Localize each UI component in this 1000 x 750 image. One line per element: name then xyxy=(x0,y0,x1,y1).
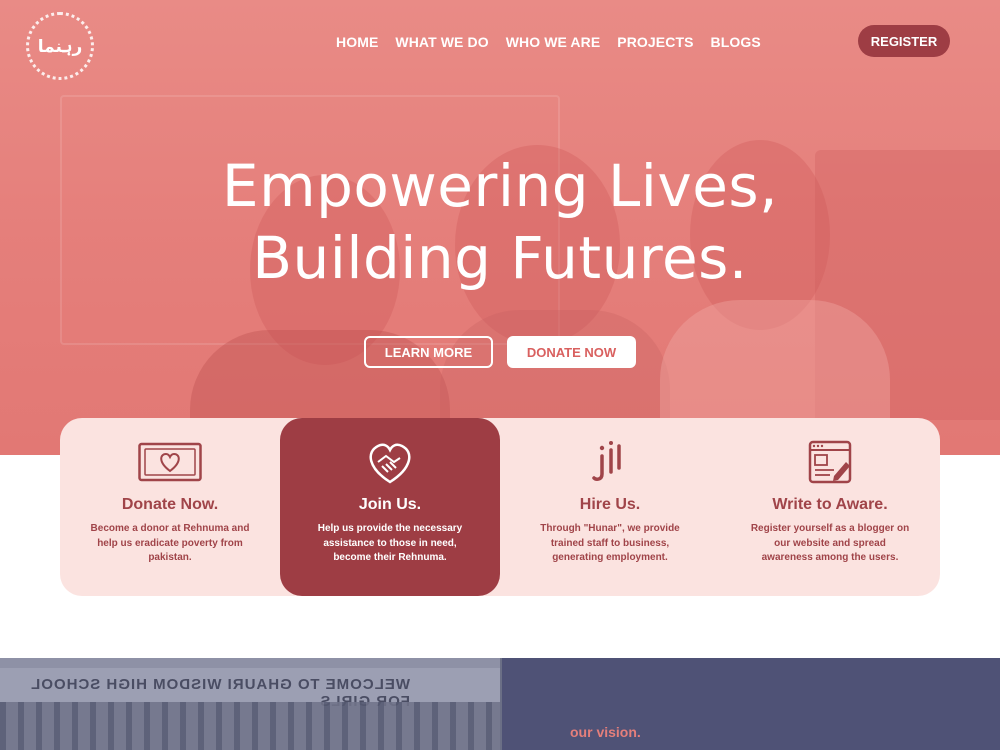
photo-roof xyxy=(0,658,500,668)
card-write[interactable]: Write to Aware. Register yourself as a b… xyxy=(720,418,940,596)
donate-now-button[interactable]: DONATE NOW xyxy=(507,336,636,368)
nav-item-projects[interactable]: PROJECTS xyxy=(617,34,693,50)
nav-item-what-we-do[interactable]: WHAT WE DO xyxy=(395,34,488,50)
card-join[interactable]: Join Us. Help us provide the necessary a… xyxy=(280,418,500,596)
card-text: Through "Hunar", we provide trained staf… xyxy=(540,523,680,563)
headline-line-2: Building Futures. xyxy=(252,224,748,292)
hero-headline: Empowering Lives, Building Futures. xyxy=(0,150,1000,294)
school-photo: WELCOME TO GHAURI WISDOM HIGH SCHOOL FOR… xyxy=(0,658,502,750)
register-button[interactable]: REGISTER xyxy=(858,25,950,57)
hero-section: رہنما HOME WHAT WE DO WHO WE ARE PROJECT… xyxy=(0,0,1000,455)
headline-line-1: Empowering Lives, xyxy=(221,152,779,220)
handshake-heart-icon xyxy=(369,443,411,484)
vision-section: our vision. xyxy=(502,658,1000,750)
card-donate[interactable]: Donate Now. Become a donor at Rehnuma an… xyxy=(60,418,280,596)
learn-more-button[interactable]: LEARN MORE xyxy=(364,336,493,368)
main-nav: HOME WHAT WE DO WHO WE ARE PROJECTS BLOG… xyxy=(336,34,761,50)
blog-edit-icon xyxy=(808,440,852,484)
card-text: Help us provide the necessary assistance… xyxy=(317,523,463,563)
nav-item-home[interactable]: HOME xyxy=(336,34,378,50)
card-title: Join Us. xyxy=(358,496,422,513)
page: رہنما HOME WHAT WE DO WHO WE ARE PROJECT… xyxy=(0,0,1000,750)
card-text: Register yourself as a blogger on our we… xyxy=(750,523,910,563)
photo-building xyxy=(0,702,500,750)
nav-item-who-we-are[interactable]: WHO WE ARE xyxy=(506,34,601,50)
action-cards: Donate Now. Become a donor at Rehnuma an… xyxy=(60,418,940,596)
logo-text: رہنما xyxy=(37,36,83,57)
card-text: Become a donor at Rehnuma and help us er… xyxy=(90,523,250,563)
card-title: Donate Now. xyxy=(121,496,219,513)
money-heart-icon xyxy=(138,442,202,482)
nav-item-blogs[interactable]: BLOGS xyxy=(711,34,761,50)
card-title: Hire Us. xyxy=(579,496,641,513)
card-title: Write to Aware. xyxy=(772,496,888,513)
school-sign: WELCOME TO GHAURI WISDOM HIGH SCHOOL FOR… xyxy=(0,668,500,710)
site-logo[interactable]: رہنما xyxy=(26,12,94,80)
vision-title: our vision. xyxy=(570,724,641,740)
card-hire[interactable]: Hire Us. Through "Hunar", we provide tra… xyxy=(500,418,720,596)
hunar-logo-icon xyxy=(592,441,621,481)
